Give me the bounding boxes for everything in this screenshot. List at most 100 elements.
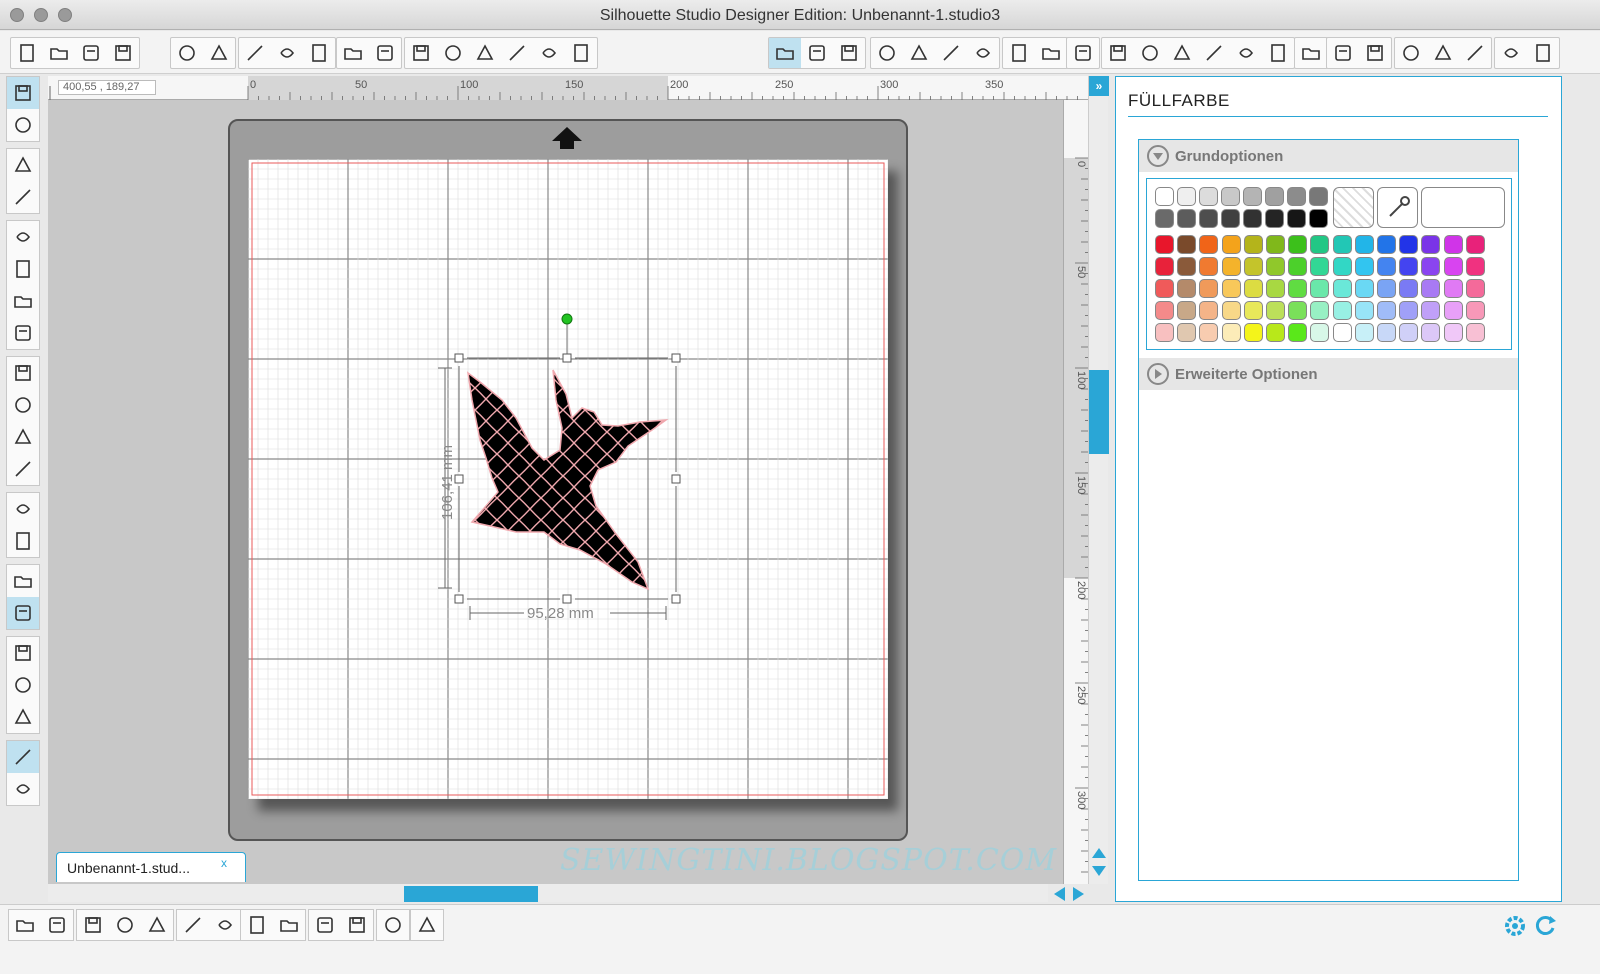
color-swatch[interactable] bbox=[1243, 235, 1263, 254]
color-swatch[interactable] bbox=[1465, 301, 1485, 320]
color-swatch[interactable] bbox=[1310, 235, 1330, 254]
resize-handle-br[interactable] bbox=[671, 594, 681, 604]
scroll-up-icon[interactable] bbox=[1091, 846, 1107, 860]
color-swatch[interactable] bbox=[1155, 209, 1174, 228]
eyedropper-icon[interactable] bbox=[1377, 187, 1418, 228]
ungroup-icon[interactable] bbox=[41, 910, 73, 940]
color-swatch[interactable] bbox=[1221, 257, 1241, 276]
color-swatch[interactable] bbox=[1199, 235, 1219, 254]
color-swatch[interactable] bbox=[1288, 301, 1308, 320]
replicate-icon[interactable] bbox=[1262, 38, 1294, 68]
zoom-out-icon[interactable] bbox=[501, 38, 533, 68]
color-swatch[interactable] bbox=[1199, 323, 1219, 342]
color-swatch[interactable] bbox=[1310, 279, 1330, 298]
save-library-icon[interactable] bbox=[171, 38, 203, 68]
color-swatch[interactable] bbox=[1177, 301, 1197, 320]
rounded-rect-icon[interactable] bbox=[7, 221, 39, 253]
color-swatch[interactable] bbox=[1310, 323, 1330, 342]
color-swatch[interactable] bbox=[1309, 209, 1328, 228]
color-swatch[interactable] bbox=[1421, 279, 1441, 298]
color-swatch[interactable] bbox=[1288, 323, 1308, 342]
resize-handle-top[interactable] bbox=[562, 353, 572, 363]
save-icon[interactable] bbox=[107, 38, 139, 68]
eraser-icon[interactable] bbox=[1495, 38, 1527, 68]
color-swatch[interactable] bbox=[1265, 209, 1284, 228]
color-swatch[interactable] bbox=[1243, 279, 1263, 298]
color-swatch[interactable] bbox=[1243, 257, 1263, 276]
send-icon[interactable] bbox=[239, 38, 271, 68]
color-swatch[interactable] bbox=[1199, 187, 1218, 206]
redo-icon[interactable] bbox=[405, 38, 437, 68]
color-swatch[interactable] bbox=[1354, 323, 1374, 342]
color-swatch[interactable] bbox=[1243, 301, 1263, 320]
color-swatch[interactable] bbox=[1399, 257, 1419, 276]
grid-icon[interactable] bbox=[1427, 38, 1459, 68]
color-swatch[interactable] bbox=[1443, 257, 1463, 276]
advanced-options-header[interactable]: Erweiterte Optionen bbox=[1139, 358, 1518, 390]
group-icon[interactable] bbox=[9, 910, 41, 940]
paint-icon[interactable] bbox=[411, 910, 443, 940]
color-swatch[interactable] bbox=[1443, 301, 1463, 320]
color-swatch[interactable] bbox=[1243, 323, 1263, 342]
color-swatch[interactable] bbox=[1266, 323, 1285, 342]
color-swatch[interactable] bbox=[1177, 235, 1197, 254]
document-tab[interactable]: Unbenannt-1.stud... x bbox=[56, 852, 246, 882]
split-view-icon[interactable] bbox=[7, 741, 39, 773]
point-edit-icon[interactable] bbox=[7, 109, 39, 141]
text-icon[interactable] bbox=[1067, 38, 1099, 68]
refresh-icon[interactable] bbox=[1532, 913, 1558, 939]
color-swatch[interactable] bbox=[1266, 257, 1285, 276]
design-view-icon[interactable] bbox=[7, 597, 39, 629]
color-swatch[interactable] bbox=[1332, 257, 1352, 276]
cut-icon[interactable] bbox=[337, 38, 369, 68]
basic-options-header[interactable]: Grundoptionen bbox=[1139, 140, 1518, 172]
color-swatch[interactable] bbox=[1310, 257, 1330, 276]
color-swatch[interactable] bbox=[1221, 323, 1241, 342]
color-swatch[interactable] bbox=[1332, 323, 1352, 342]
smooth-freehand-icon[interactable] bbox=[7, 389, 39, 421]
horizontal-scrollbar[interactable] bbox=[48, 884, 1048, 902]
copy-icon[interactable] bbox=[271, 38, 303, 68]
color-swatch[interactable] bbox=[1177, 209, 1196, 228]
color-swatch[interactable] bbox=[1287, 209, 1306, 228]
color-swatch[interactable] bbox=[1221, 279, 1241, 298]
horizontal-scroll-thumb[interactable] bbox=[404, 886, 538, 902]
color-swatch[interactable] bbox=[1399, 235, 1419, 254]
color-swatch[interactable] bbox=[1421, 301, 1441, 320]
color-swatch[interactable] bbox=[1155, 279, 1174, 298]
transparent-swatch[interactable] bbox=[1333, 187, 1374, 228]
color-swatch[interactable] bbox=[1465, 257, 1485, 276]
vertical-scrollbar[interactable]: » bbox=[1088, 76, 1109, 884]
resize-handle-bl[interactable] bbox=[454, 594, 464, 604]
color-swatch[interactable] bbox=[1377, 279, 1396, 298]
color-swatch[interactable] bbox=[1399, 279, 1419, 298]
zoom-box-icon[interactable] bbox=[533, 38, 565, 68]
rectangle-icon[interactable] bbox=[7, 181, 39, 213]
color-swatch[interactable] bbox=[1377, 235, 1396, 254]
print-icon[interactable] bbox=[203, 38, 235, 68]
color-swatch[interactable] bbox=[1199, 279, 1219, 298]
line-color-icon[interactable] bbox=[903, 38, 935, 68]
curve-icon[interactable] bbox=[7, 317, 39, 349]
color-swatch[interactable] bbox=[1266, 301, 1285, 320]
color-swatch[interactable] bbox=[1465, 323, 1485, 342]
intersect-icon[interactable] bbox=[209, 910, 241, 940]
scale-icon[interactable] bbox=[1166, 38, 1198, 68]
select-icon[interactable] bbox=[7, 773, 39, 805]
cloud-icon[interactable] bbox=[341, 910, 373, 940]
eraser-tool-icon[interactable] bbox=[7, 525, 39, 557]
color-swatch[interactable] bbox=[1221, 301, 1241, 320]
color-swatch[interactable] bbox=[1221, 209, 1240, 228]
target-icon[interactable] bbox=[377, 910, 409, 940]
color-swatch[interactable] bbox=[1177, 279, 1197, 298]
resize-handle-left[interactable] bbox=[454, 474, 464, 484]
pattern-icon[interactable] bbox=[871, 38, 903, 68]
color-swatch[interactable] bbox=[1465, 235, 1485, 254]
color-swatch[interactable] bbox=[1243, 209, 1262, 228]
color-swatch[interactable] bbox=[1155, 323, 1174, 342]
undo-icon[interactable] bbox=[369, 38, 401, 68]
color-swatch[interactable] bbox=[1177, 257, 1197, 276]
color-swatch[interactable] bbox=[1288, 257, 1308, 276]
color-swatch[interactable] bbox=[1354, 235, 1374, 254]
shear-icon[interactable] bbox=[1198, 38, 1230, 68]
